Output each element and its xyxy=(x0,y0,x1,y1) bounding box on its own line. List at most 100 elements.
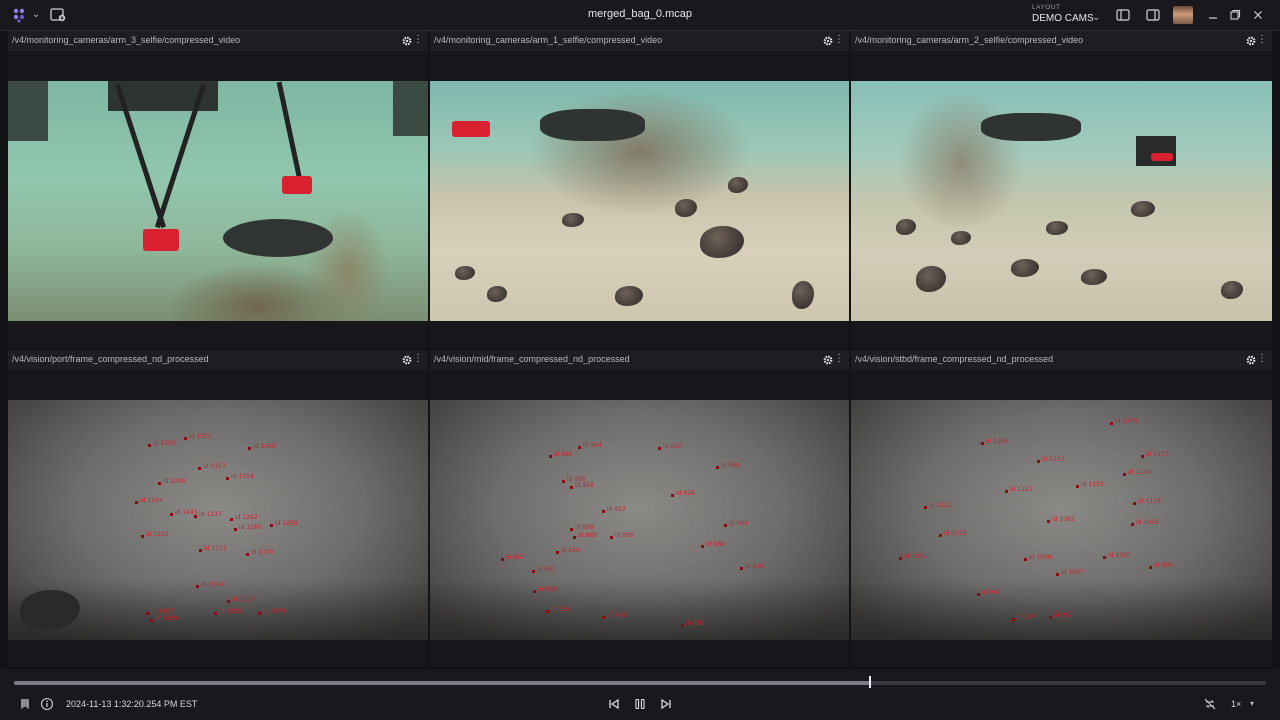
image-panel-vision-stbd: /v4/vision/stbd/frame_compressed_nd_proc… xyxy=(851,350,1272,667)
panel-toolbar: /v4/vision/port/frame_compressed_nd_proc… xyxy=(8,350,428,370)
bookmark-icon[interactable] xyxy=(18,697,32,711)
detection-id-label: id 932 xyxy=(1054,612,1073,619)
panel-settings-gear-icon[interactable] xyxy=(1246,355,1256,365)
left-sidebar-toggle-icon[interactable] xyxy=(1116,8,1130,22)
detection-id-label: id 859 xyxy=(561,547,580,554)
detection-marker xyxy=(1131,523,1134,526)
image-panel-vision-port: /v4/vision/port/frame_compressed_nd_proc… xyxy=(8,350,428,667)
loop-off-icon[interactable] xyxy=(1203,697,1217,711)
detection-id-label: id 947 xyxy=(1017,614,1036,621)
detection-id-label: id 995 xyxy=(554,451,573,458)
detection-id-label: id 917 xyxy=(607,506,626,513)
detection-marker xyxy=(570,528,573,531)
detection-marker xyxy=(198,467,201,470)
panel-settings-gear-icon[interactable] xyxy=(402,36,412,46)
layout-chevron-down-icon: ⌄ xyxy=(1092,12,1101,23)
detection-marker xyxy=(226,477,229,480)
timeline-playhead[interactable] xyxy=(869,676,872,688)
arm-strut xyxy=(276,81,305,191)
detection-marker xyxy=(230,518,233,521)
right-sidebar-toggle-icon[interactable] xyxy=(1146,8,1160,22)
detection-marker xyxy=(1056,573,1059,576)
timeline-scrubber[interactable] xyxy=(14,681,1266,685)
playback-speed[interactable]: 1× xyxy=(1231,699,1241,709)
detection-id-label: id 1365 xyxy=(253,443,276,450)
detection-id-label: id 1138 xyxy=(232,596,255,603)
panel-more-menu-icon[interactable]: ⋮ xyxy=(413,34,423,46)
detection-marker xyxy=(924,506,927,509)
detection-marker xyxy=(562,480,565,483)
detection-id-label: id 926 xyxy=(676,490,695,497)
detection-image: id 1173 id 1168 id 1177 id 1157 id 1149 id 11… xyxy=(851,400,1272,640)
panel-topic: /v4/vision/mid/frame_compressed_nd_proce… xyxy=(434,354,630,364)
pause-icon[interactable] xyxy=(633,697,647,711)
detection-marker xyxy=(214,612,217,615)
layout-selector[interactable]: LAYOUT DEMO CAMS ⌄ xyxy=(1032,4,1104,28)
detection-marker xyxy=(573,536,576,539)
detection-id-label: id 1317 xyxy=(203,463,226,470)
sampling-tool xyxy=(540,109,645,141)
panel-settings-gear-icon[interactable] xyxy=(823,355,833,365)
gripper-claw xyxy=(1151,153,1173,161)
detection-id-label: id 836 xyxy=(551,606,570,613)
detection-marker xyxy=(546,610,549,613)
seafloor-rock xyxy=(1081,269,1107,285)
panel-more-menu-icon[interactable]: ⋮ xyxy=(1257,34,1267,46)
detection-marker xyxy=(1149,566,1152,569)
detection-marker xyxy=(981,442,984,445)
detection-id-label: id 1177 xyxy=(1146,451,1169,458)
maximize-icon[interactable] xyxy=(1228,8,1242,22)
detection-id-label: id 1176 xyxy=(263,608,286,615)
detection-id-label: id 899 xyxy=(575,524,594,531)
detection-marker xyxy=(671,494,674,497)
detection-marker xyxy=(701,545,704,548)
panel-more-menu-icon[interactable]: ⋮ xyxy=(834,34,844,46)
panel-settings-gear-icon[interactable] xyxy=(1246,36,1256,46)
panel-more-menu-icon[interactable]: ⋮ xyxy=(413,353,423,365)
panel-more-menu-icon[interactable]: ⋮ xyxy=(834,353,844,365)
seek-backward-icon[interactable] xyxy=(607,697,621,711)
detection-id-label: id 781 xyxy=(686,620,705,627)
detection-marker xyxy=(501,558,504,561)
detection-marker xyxy=(556,551,559,554)
detection-id-label: id 1170 xyxy=(251,549,274,556)
user-avatar[interactable] xyxy=(1173,6,1193,24)
panel-toolbar: /v4/monitoring_cameras/arm_2_selfie/comp… xyxy=(851,31,1272,51)
seafloor-rock xyxy=(1221,281,1243,299)
seafloor-rock xyxy=(615,286,643,306)
seafloor-rock xyxy=(1046,221,1068,235)
panel-settings-gear-icon[interactable] xyxy=(402,355,412,365)
detection-id-label: id 1072 xyxy=(944,530,967,537)
panel-more-menu-icon[interactable]: ⋮ xyxy=(1257,353,1267,365)
detection-id-label: id 984 xyxy=(583,442,602,449)
seafloor-rock xyxy=(700,226,744,258)
detection-id-label: id 958 xyxy=(575,482,594,489)
current-timestamp[interactable]: 2024-11-13 1:32:20.254 PM EST xyxy=(66,699,197,709)
detection-id-label: id 1169 xyxy=(155,615,178,622)
speed-chevron-down-icon[interactable]: ▾ xyxy=(1250,699,1254,708)
close-icon[interactable] xyxy=(1251,8,1265,22)
detection-id-label: id 968 xyxy=(721,462,740,469)
detection-marker xyxy=(532,570,535,573)
panel-settings-gear-icon[interactable] xyxy=(823,36,833,46)
detection-id-label: id 1125 xyxy=(1081,481,1104,488)
detection-marker xyxy=(135,501,138,504)
detection-id-label: id 1082 xyxy=(1052,516,1075,523)
detection-id-label: id 1290 xyxy=(163,478,186,485)
panel-topic: /v4/monitoring_cameras/arm_3_selfie/comp… xyxy=(12,35,241,45)
image-vignette xyxy=(851,580,1272,640)
detection-id-label: id 1215 xyxy=(146,531,169,538)
detection-marker xyxy=(194,515,197,518)
detection-marker xyxy=(1103,556,1106,559)
detection-marker xyxy=(578,446,581,449)
panel-topic: /v4/monitoring_cameras/arm_2_selfie/comp… xyxy=(855,35,1084,45)
camera-image xyxy=(851,81,1272,321)
minimize-icon[interactable] xyxy=(1206,8,1220,22)
detection-id-label: id 1007 xyxy=(1061,569,1084,576)
detection-marker xyxy=(899,557,902,560)
detection-marker xyxy=(602,616,605,619)
info-icon[interactable] xyxy=(40,697,54,711)
seek-forward-icon[interactable] xyxy=(659,697,673,711)
image-vignette xyxy=(430,580,849,640)
panel-topic: /v4/vision/port/frame_compressed_nd_proc… xyxy=(12,354,209,364)
